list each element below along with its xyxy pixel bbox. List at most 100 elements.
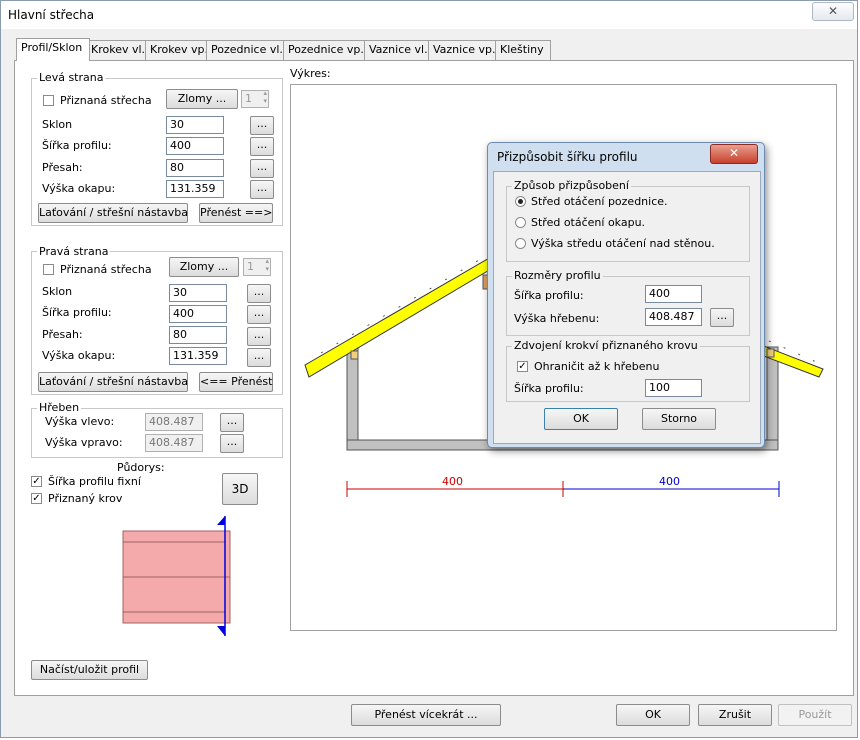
right-width-label: Šířka profilu: bbox=[42, 306, 112, 319]
left-overhang-input[interactable]: 80 bbox=[166, 159, 224, 177]
load-save-profile-button[interactable]: Načíst/uložit profil bbox=[31, 660, 148, 680]
method-group-title: Způsob přizpůsobení bbox=[512, 179, 631, 192]
right-breaks-button[interactable]: Zlomy ... bbox=[169, 257, 239, 277]
right-batten-button[interactable]: Laťování / střešní nástavba bbox=[38, 372, 188, 392]
window-close-button[interactable]: ✕ bbox=[812, 2, 854, 21]
left-width-more-button[interactable]: ... bbox=[250, 137, 274, 156]
ok-button[interactable]: OK bbox=[616, 704, 690, 726]
left-overhang-label: Přesah: bbox=[42, 161, 83, 174]
left-wall bbox=[346, 346, 359, 448]
dims-group-title: Rozměry profilu bbox=[512, 269, 603, 282]
option-eave-radio[interactable] bbox=[515, 217, 526, 228]
apply-button[interactable]: Použít bbox=[778, 704, 852, 726]
right-transfer-button[interactable]: <== Přenést bbox=[199, 372, 273, 392]
limit-ridge-label: Ohraničit až k hřebenu bbox=[534, 360, 660, 373]
tab-pozednice-vl[interactable]: Pozednice vl. bbox=[206, 40, 290, 60]
ridge-title: Hřeben bbox=[37, 401, 82, 414]
fixed-width-label: Šířka profilu fixní bbox=[48, 475, 141, 488]
left-slope-label: Sklon bbox=[42, 118, 73, 131]
right-breaks-spinner: 1 ▴ ▾ bbox=[243, 257, 271, 276]
ridge-right-more-button[interactable]: ... bbox=[220, 434, 244, 453]
title-bar bbox=[1, 1, 857, 29]
left-overhang-more-button[interactable]: ... bbox=[250, 159, 274, 178]
right-eave-input[interactable]: 131.359 bbox=[169, 347, 227, 365]
option-wall-plate-radio[interactable] bbox=[515, 196, 526, 207]
dialog-width-label: Šířka profilu: bbox=[514, 289, 584, 302]
doubling-width-input[interactable]: 100 bbox=[645, 379, 702, 397]
drawing-label: Výkres: bbox=[290, 67, 331, 80]
left-visible-roof-label: Přiznaná střecha bbox=[60, 94, 152, 107]
dialog-ok-button[interactable]: OK bbox=[544, 408, 618, 430]
ridge-left-input[interactable]: 408.487 bbox=[145, 413, 203, 431]
limit-ridge-checkbox[interactable]: ✓ bbox=[517, 361, 528, 372]
spin-arrows-icon: ▴ ▾ bbox=[265, 257, 269, 273]
dialog-body: Způsob přizpůsobení Střed otáčení pozedn… bbox=[493, 171, 761, 444]
left-transfer-button[interactable]: Přenést ==> bbox=[199, 203, 273, 223]
option-height-radio[interactable] bbox=[515, 238, 526, 249]
tab-klestiny[interactable]: Kleštiny bbox=[495, 40, 551, 60]
dialog-cancel-button[interactable]: Storno bbox=[642, 408, 716, 430]
left-eave-input[interactable]: 131.359 bbox=[166, 180, 224, 198]
ridge-right-input[interactable]: 408.487 bbox=[145, 434, 203, 452]
right-visible-roof-checkbox[interactable] bbox=[43, 264, 54, 275]
right-side-title: Pravá strana bbox=[37, 245, 111, 258]
ridge-right-label: Výška vpravo: bbox=[45, 436, 123, 449]
option-wall-plate-label: Střed otáčení pozednice. bbox=[531, 195, 668, 208]
option-eave-label: Střed otáčení okapu. bbox=[531, 216, 646, 229]
left-rafter bbox=[304, 256, 492, 378]
fixed-width-checkbox[interactable]: ✓ bbox=[31, 476, 42, 487]
visible-truss-checkbox[interactable]: ✓ bbox=[31, 493, 42, 504]
dialog-ridge-input[interactable]: 408.487 bbox=[645, 308, 702, 326]
tab-krokev-vp[interactable]: Krokev vp. bbox=[145, 40, 213, 60]
tab-profil-sklon[interactable]: Profil/Sklon bbox=[16, 38, 90, 61]
right-width-input[interactable]: 400 bbox=[169, 305, 227, 323]
dialog-width-input[interactable]: 400 bbox=[645, 285, 702, 303]
right-width-more-button[interactable]: ... bbox=[247, 305, 271, 324]
right-overhang-label: Přesah: bbox=[42, 328, 83, 341]
right-overhang-input[interactable]: 80 bbox=[169, 326, 227, 344]
left-eave-plate bbox=[350, 350, 359, 360]
cancel-button[interactable]: Zrušit bbox=[698, 704, 772, 726]
right-eave-plate bbox=[766, 348, 775, 358]
right-visible-roof-label: Přiznaná střecha bbox=[60, 263, 152, 276]
fit-profile-dialog: Přizpůsobit šířku profilu ✕ Způsob přizp… bbox=[487, 142, 765, 448]
left-breaks-button[interactable]: Zlomy ... bbox=[166, 89, 238, 109]
dialog-ridge-more-button[interactable]: ... bbox=[710, 308, 734, 327]
dialog-close-button[interactable]: ✕ bbox=[710, 144, 758, 164]
tab-krokev-vl[interactable]: Krokev vl. bbox=[86, 40, 152, 60]
left-visible-roof-checkbox[interactable] bbox=[43, 95, 54, 106]
tab-pozednice-vp[interactable]: Pozednice vp. bbox=[283, 40, 370, 60]
right-breaks-count: 1 bbox=[247, 260, 254, 273]
floor-plan-title: Půdorys: bbox=[117, 461, 165, 474]
right-slope-input[interactable]: 30 bbox=[169, 284, 227, 302]
doubling-group-title: Zdvojení krokví přiznaného krovu bbox=[512, 339, 700, 352]
option-height-label: Výška středu otáčení nad stěnou. bbox=[531, 237, 715, 250]
ridge-left-more-button[interactable]: ... bbox=[220, 413, 244, 432]
right-slope-label: Sklon bbox=[42, 285, 73, 298]
left-batten-marks bbox=[320, 252, 492, 354]
right-eave-more-button[interactable]: ... bbox=[247, 348, 271, 367]
dialog-title: Přizpůsobit šířku profilu bbox=[497, 150, 638, 164]
transfer-multi-button[interactable]: Přenést vícekrát ... bbox=[351, 704, 501, 726]
dialog-ridge-label: Výška hřebenu: bbox=[514, 312, 600, 325]
tab-vaznice-vl[interactable]: Vaznice vl. bbox=[364, 40, 434, 60]
right-overhang-more-button[interactable]: ... bbox=[247, 327, 271, 346]
left-width-input[interactable]: 400 bbox=[166, 137, 224, 155]
tab-vaznice-vp[interactable]: Vaznice vp. bbox=[428, 40, 501, 60]
visible-truss-label: Přiznaný krov bbox=[48, 492, 123, 505]
right-eave-label: Výška okapu: bbox=[42, 349, 116, 362]
left-eave-label: Výška okapu: bbox=[42, 182, 116, 195]
dim-label-right: 400 bbox=[659, 475, 680, 488]
left-side-title: Levá strana bbox=[37, 71, 106, 84]
dim-label-left: 400 bbox=[442, 475, 463, 488]
left-eave-more-button[interactable]: ... bbox=[250, 180, 274, 199]
left-breaks-spinner: 1 ▴ ▾ bbox=[241, 89, 269, 108]
left-batten-button[interactable]: Laťování / střešní nástavba bbox=[38, 203, 188, 223]
left-width-label: Šířka profilu: bbox=[42, 139, 112, 152]
left-slope-more-button[interactable]: ... bbox=[250, 116, 274, 135]
3d-button[interactable]: 3D bbox=[222, 473, 258, 505]
left-slope-input[interactable]: 30 bbox=[166, 116, 224, 134]
dims-group bbox=[506, 276, 750, 336]
right-slope-more-button[interactable]: ... bbox=[247, 284, 271, 303]
window-title: Hlavní střecha bbox=[8, 8, 95, 22]
